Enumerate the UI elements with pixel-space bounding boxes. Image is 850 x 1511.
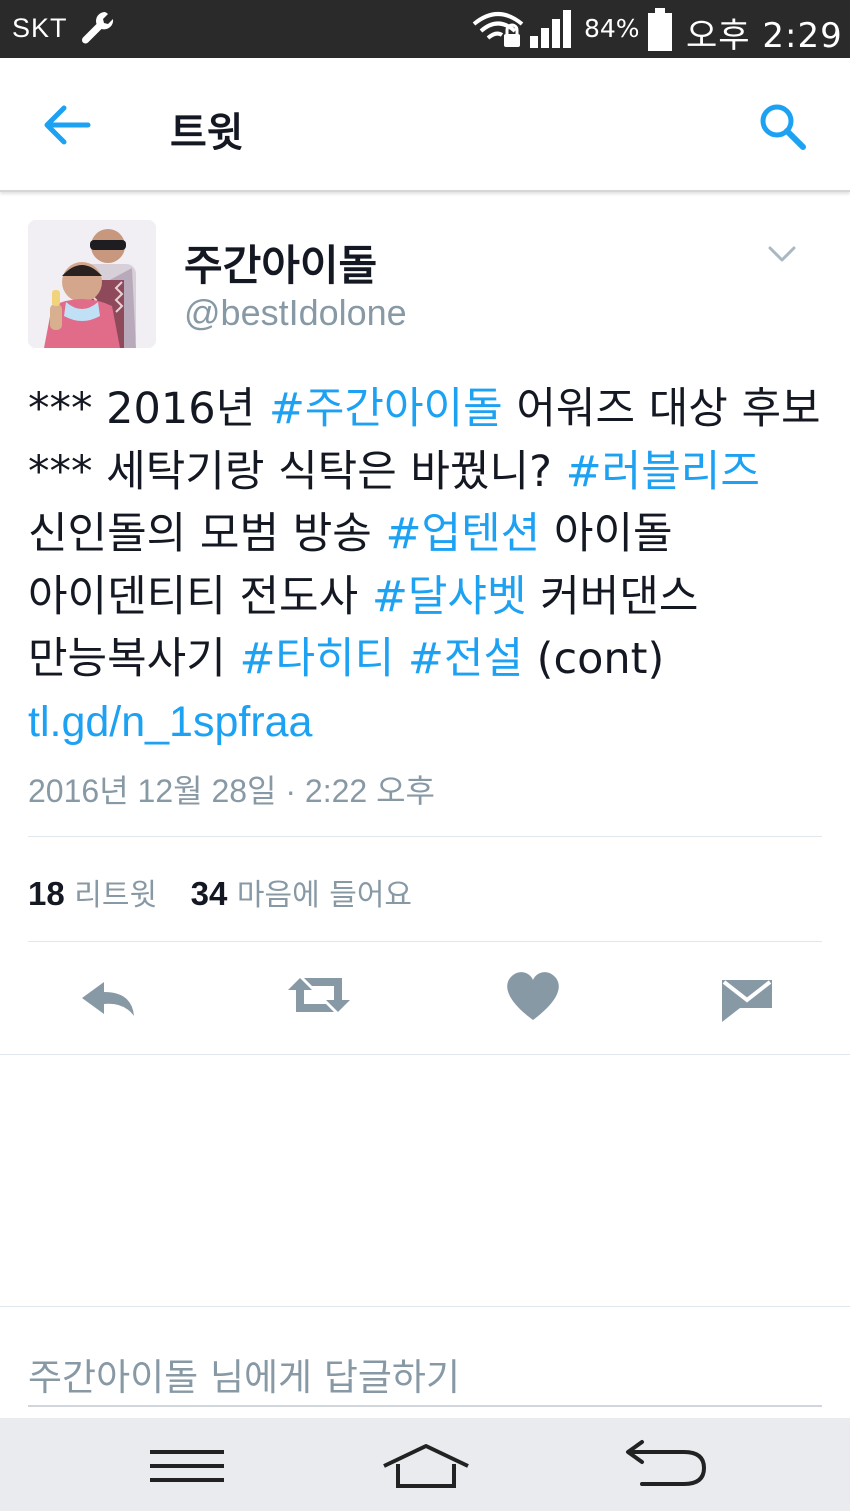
tweet-text-segment: 신인돌의 모범 방송 (28, 509, 386, 559)
reply-input[interactable]: 주간아이돌 님에게 답글하기 (28, 1347, 460, 1401)
reply-icon[interactable] (74, 960, 144, 1030)
tweet-text-segment: (cont) (523, 634, 665, 684)
home-icon[interactable] (380, 1438, 472, 1494)
url-link[interactable]: tl.gd/n_1spfraa (28, 698, 312, 746)
retweet-icon[interactable] (284, 960, 354, 1030)
carrier-label: SKT (12, 13, 68, 43)
tweet-text: *** 2016년 #주간아이돌 어워즈 대상 후보 *** 세탁기랑 식탁은 … (28, 378, 828, 753)
reply-underline (28, 1405, 822, 1407)
back-icon[interactable] (622, 1438, 708, 1494)
system-nav-bar (0, 1418, 850, 1511)
page-title: 트윗 (170, 110, 244, 156)
display-name[interactable]: 주간아이돌 (184, 232, 377, 293)
app-header: 트윗 (0, 58, 850, 192)
divider (0, 1054, 850, 1055)
chevron-down-icon[interactable] (766, 242, 798, 266)
avatar[interactable] (28, 220, 156, 348)
menu-icon[interactable] (148, 1438, 226, 1494)
wifi-lock-icon (472, 12, 524, 47)
battery-icon (648, 8, 672, 51)
hashtag-link[interactable]: #주간아이돌 (269, 384, 503, 434)
tweet-text-segment (394, 634, 408, 684)
retweet-count[interactable]: 18 (28, 875, 65, 912)
hashtag-link[interactable]: #러블리즈 (566, 447, 760, 497)
status-bar: SKT 84% 오후 2:29 (0, 0, 850, 58)
wrench-icon (81, 11, 114, 44)
message-icon[interactable] (712, 960, 782, 1030)
divider (28, 836, 822, 837)
battery-percent: 84% (584, 14, 640, 43)
signal-icon (530, 10, 571, 48)
tweet-text-segment: *** 2016년 (28, 384, 269, 434)
reply-composer[interactable]: 주간아이돌 님에게 답글하기 (0, 1306, 850, 1419)
tweet-stats: 18 리트윗 34 마음에 들어요 (28, 870, 412, 914)
hashtag-link[interactable]: #달샤벳 (372, 572, 527, 622)
search-icon[interactable] (756, 100, 808, 152)
tweet-timestamp: 2016년 12월 28일 · 2:22 오후 (28, 773, 435, 809)
retweet-label[interactable]: 리트윗 (74, 878, 157, 913)
hashtag-link[interactable]: #타히티 (239, 634, 394, 684)
arrow-left-icon[interactable] (40, 102, 92, 148)
clock: 오후 2:29 (686, 16, 843, 56)
user-handle[interactable]: @bestIdolone (184, 292, 407, 334)
tweet-actions (0, 960, 850, 1040)
like-label[interactable]: 마음에 들어요 (237, 878, 412, 913)
hashtag-link[interactable]: #전설 (408, 634, 523, 684)
like-count[interactable]: 34 (191, 875, 228, 912)
divider (28, 941, 822, 942)
heart-icon[interactable] (498, 960, 568, 1030)
hashtag-link[interactable]: #업텐션 (386, 509, 541, 559)
